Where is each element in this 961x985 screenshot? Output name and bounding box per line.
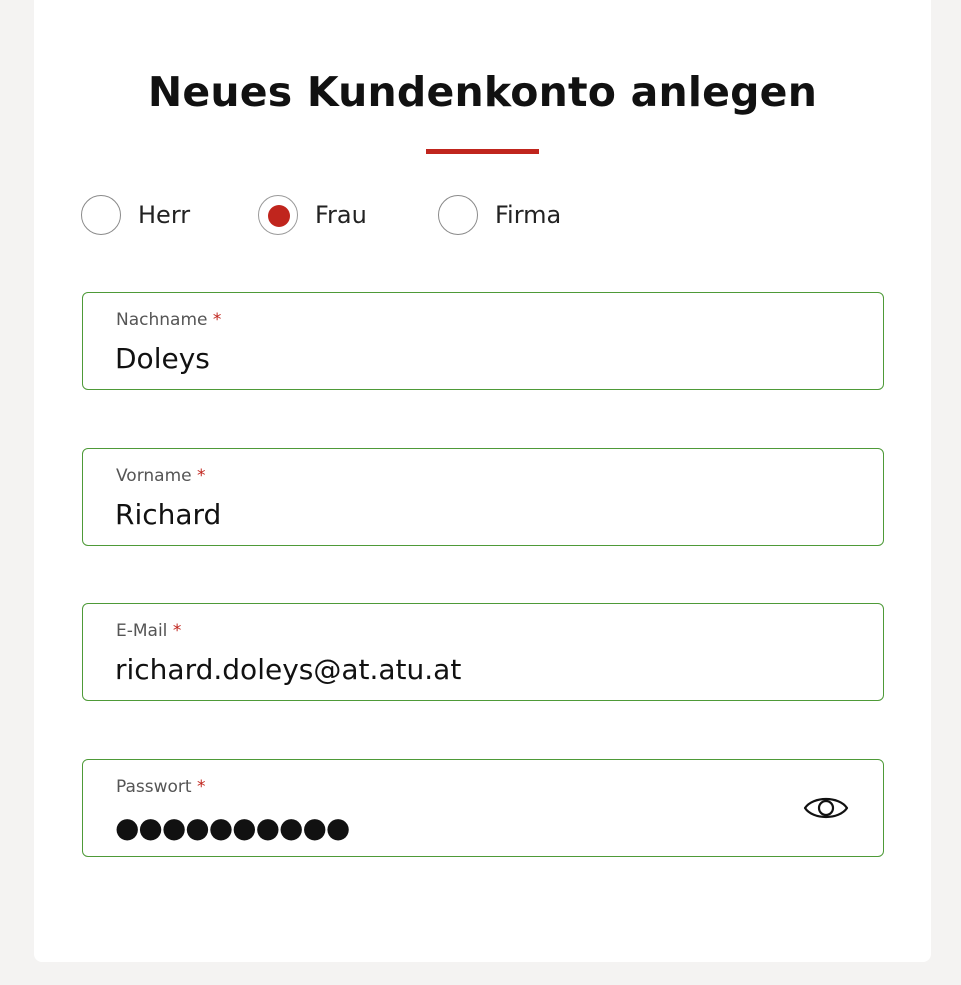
firstname-input[interactable]: Richard <box>115 497 221 533</box>
radio-frau[interactable]: Frau <box>258 195 378 237</box>
password-field[interactable]: Passwort * ●●●●●●●●●● <box>82 759 884 857</box>
email-label-text: E-Mail <box>116 621 168 641</box>
page-title: Neues Kundenkonto anlegen <box>147 68 818 116</box>
lastname-field[interactable]: Nachname * Doleys <box>82 292 884 390</box>
required-asterisk: * <box>172 621 182 641</box>
radio-selected-dot <box>268 205 290 227</box>
radio-circle[interactable] <box>81 195 121 235</box>
required-asterisk: * <box>197 777 206 797</box>
radio-circle[interactable] <box>258 195 298 235</box>
radio-label-frau: Frau <box>315 201 367 229</box>
radio-herr[interactable]: Herr <box>81 195 201 237</box>
password-input[interactable]: ●●●●●●●●●● <box>115 810 350 846</box>
password-label: Passwort * <box>116 776 206 798</box>
required-asterisk: * <box>197 466 206 486</box>
lastname-label-text: Nachname <box>116 310 208 330</box>
email-input[interactable]: richard.doleys@at.atu.at <box>115 652 461 688</box>
registration-card: Neues Kundenkonto anlegen Herr Frau Firm… <box>34 0 931 962</box>
email-label: E-Mail * <box>116 620 181 642</box>
radio-label-herr: Herr <box>138 201 191 229</box>
email-field[interactable]: E-Mail * richard.doleys@at.atu.at <box>82 603 884 701</box>
firstname-label-text: Vorname <box>116 466 192 486</box>
radio-circle[interactable] <box>438 195 478 235</box>
lastname-label: Nachname * <box>116 309 221 331</box>
password-label-text: Passwort <box>116 777 192 797</box>
firstname-field[interactable]: Vorname * Richard <box>82 448 884 546</box>
eye-icon[interactable] <box>803 793 849 823</box>
radio-label-firma: Firma <box>495 201 562 229</box>
radio-firma[interactable]: Firma <box>438 195 578 237</box>
required-asterisk: * <box>212 310 222 330</box>
firstname-label: Vorname * <box>116 465 206 487</box>
title-underline <box>426 149 539 154</box>
lastname-input[interactable]: Doleys <box>115 341 210 377</box>
